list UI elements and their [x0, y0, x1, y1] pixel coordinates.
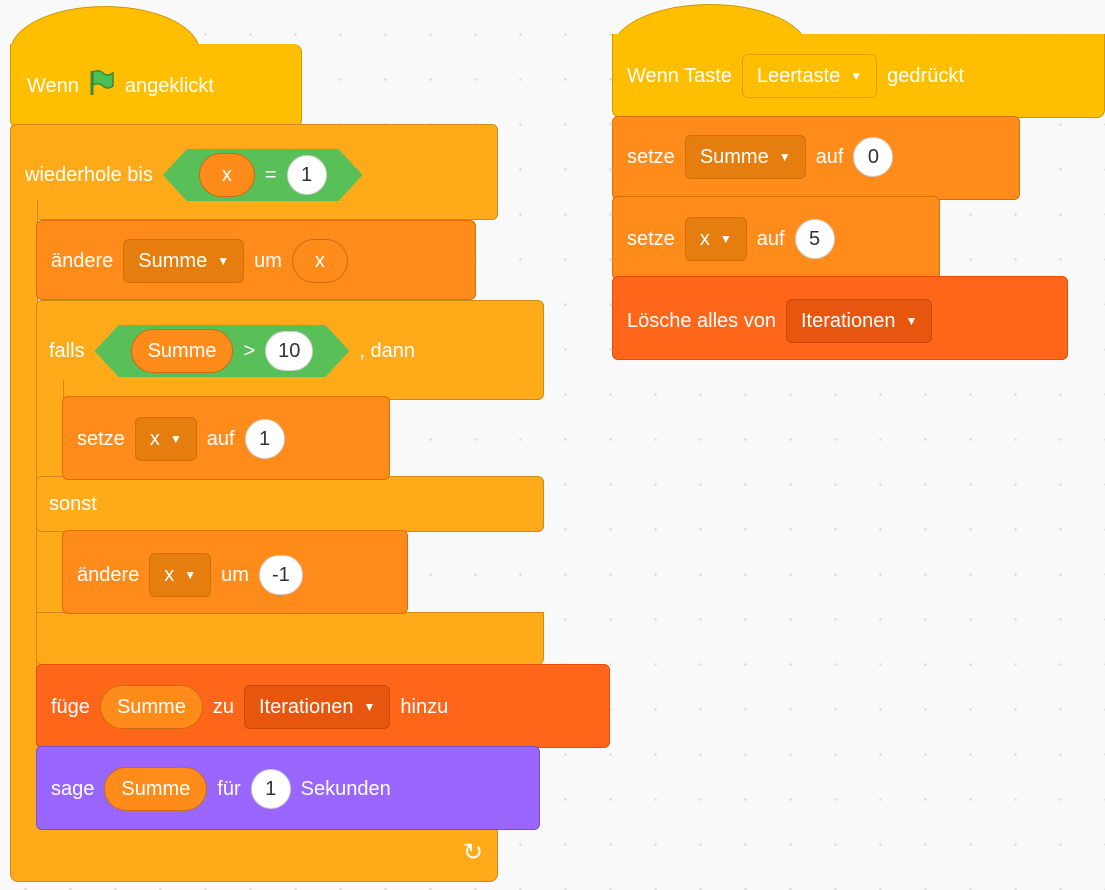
set-x-5-block[interactable]: setze x ▼ auf 5	[612, 196, 940, 280]
key-dropdown[interactable]: Leertaste ▼	[741, 54, 878, 98]
add-label: füge	[51, 695, 90, 718]
change-label: ändere	[77, 563, 140, 586]
set-x-value[interactable]: 5	[794, 219, 835, 259]
say-label: sage	[51, 777, 95, 800]
summe-dropdown[interactable]: Summe ▼	[123, 239, 245, 283]
set-label: setze	[627, 145, 675, 168]
to-label: auf	[815, 145, 844, 168]
change-x-value[interactable]: -1	[258, 555, 303, 595]
summe-reporter[interactable]: Summe	[104, 767, 208, 811]
to-label: auf	[206, 427, 235, 450]
green-flag-icon	[89, 69, 115, 103]
x-dropdown[interactable]: x ▼	[684, 217, 747, 261]
chevron-down-icon: ▼	[184, 568, 197, 582]
iterationen-dropdown[interactable]: Iterationen ▼	[243, 685, 391, 729]
repeat-until-block[interactable]: wiederhole bis x = 1	[10, 124, 498, 220]
x-dropdown[interactable]: x ▼	[149, 553, 212, 597]
summe-dropdown-value: Summe	[138, 249, 208, 272]
add-suffix-label: hinzu	[400, 695, 449, 718]
summe-reporter[interactable]: Summe	[99, 685, 203, 729]
summe-dropdown[interactable]: Summe ▼	[684, 135, 806, 179]
delete-all-block[interactable]: Lösche alles von Iterationen ▼	[612, 276, 1068, 360]
greater-sign: >	[243, 339, 256, 362]
change-summe-block[interactable]: ändere Summe ▼ um x	[36, 220, 476, 300]
x-dropdown-value: x	[699, 227, 710, 250]
when-key-label: Wenn Taste	[627, 64, 732, 87]
x-dropdown-value: x	[164, 563, 175, 586]
greater-than-operator[interactable]: Summe > 10	[95, 325, 350, 377]
chevron-down-icon: ▼	[778, 150, 791, 164]
if-else-bottom	[36, 612, 544, 666]
when-flag-clicked-block[interactable]: Wenn angeklickt	[10, 44, 302, 128]
repeat-bottom: ↻	[10, 826, 498, 882]
summe-dropdown-value: Summe	[699, 145, 769, 168]
to-label: zu	[212, 695, 234, 718]
change-x-block[interactable]: ändere x ▼ um -1	[62, 530, 408, 614]
for-label: für	[217, 777, 241, 800]
set-x-1-block[interactable]: setze x ▼ auf 1	[62, 396, 390, 480]
set-label: setze	[627, 227, 675, 250]
clicked-label: angeklickt	[124, 74, 214, 97]
chevron-down-icon: ▼	[850, 69, 863, 83]
x-dropdown[interactable]: x ▼	[134, 417, 197, 461]
set-summe-0-block[interactable]: setze Summe ▼ auf 0	[612, 116, 1020, 200]
chevron-down-icon: ▼	[363, 700, 376, 714]
x-dropdown-value: x	[149, 427, 160, 450]
x-reporter[interactable]: x	[291, 239, 348, 283]
else-row: sonst	[36, 476, 544, 532]
equals-value[interactable]: 1	[287, 155, 327, 195]
pressed-label: gedrückt	[887, 64, 964, 87]
set-x-value[interactable]: 1	[244, 419, 285, 459]
iterationen-dropdown-value: Iterationen	[800, 309, 896, 332]
set-label: setze	[77, 427, 125, 450]
set-summe-value[interactable]: 0	[853, 137, 894, 177]
equals-sign: =	[264, 163, 277, 186]
say-for-seconds-block[interactable]: sage Summe für 1 Sekunden	[36, 746, 540, 830]
key-dropdown-value: Leertaste	[756, 64, 841, 87]
to-label: auf	[756, 227, 785, 250]
greater-value[interactable]: 10	[265, 331, 313, 371]
summe-reporter[interactable]: Summe	[131, 329, 234, 373]
repeat-until-label: wiederhole bis	[25, 163, 153, 186]
x-reporter[interactable]: x	[199, 153, 255, 197]
then-label: , dann	[359, 339, 416, 362]
iterationen-dropdown-value: Iterationen	[258, 695, 354, 718]
change-label: ändere	[51, 249, 114, 272]
chevron-down-icon: ▼	[905, 314, 918, 328]
chevron-down-icon: ▼	[169, 432, 182, 446]
iterationen-dropdown[interactable]: Iterationen ▼	[785, 299, 933, 343]
if-else-block[interactable]: falls Summe > 10 , dann	[36, 300, 544, 400]
if-label: falls	[49, 339, 85, 362]
delete-all-label: Lösche alles von	[627, 309, 776, 332]
add-to-list-block[interactable]: füge Summe zu Iterationen ▼ hinzu	[36, 664, 610, 748]
else-label: sonst	[49, 493, 97, 515]
chevron-down-icon: ▼	[719, 232, 732, 246]
by-label: um	[254, 249, 282, 272]
when-label: Wenn	[27, 74, 79, 97]
by-label: um	[221, 563, 249, 586]
repeat-arm	[10, 200, 38, 835]
seconds-label: Sekunden	[300, 777, 391, 800]
chevron-down-icon: ▼	[217, 254, 230, 268]
loop-arrow-icon: ↻	[462, 839, 483, 866]
say-seconds-value[interactable]: 1	[250, 769, 291, 809]
when-key-pressed-block[interactable]: Wenn Taste Leertaste ▼ gedrückt	[612, 34, 1105, 118]
equals-operator[interactable]: x = 1	[163, 149, 363, 201]
